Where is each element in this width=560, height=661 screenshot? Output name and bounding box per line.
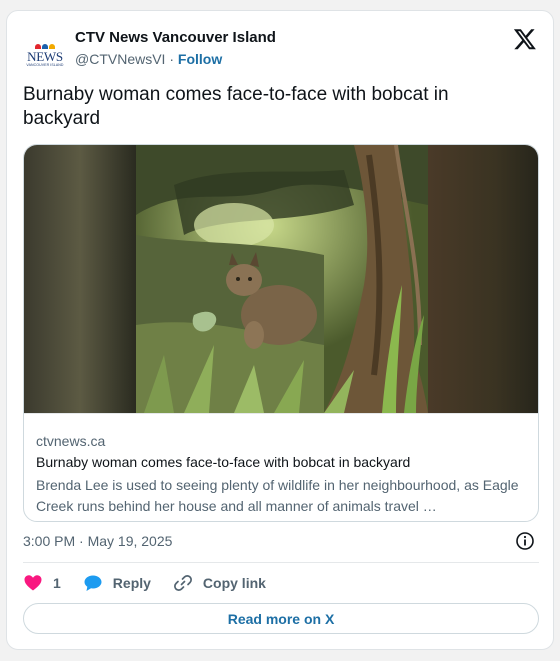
link-description: Brenda Lee is used to seeing plenty of w… [36, 477, 519, 514]
logo-news-text: NEWS [27, 48, 63, 64]
copy-link-label: Copy link [202, 575, 266, 591]
action-bar: 1 Reply Copy link [23, 571, 288, 595]
link-title[interactable]: Burnaby woman comes face-to-face with bo… [36, 452, 528, 472]
logo-sub-text: VANCOUVER ISLAND [26, 62, 64, 67]
link-icon [173, 575, 192, 591]
handle-line: @CTVNewsVI · Follow [75, 48, 276, 70]
account-info: CTV News Vancouver Island @CTVNewsVI · F… [75, 28, 276, 70]
link-domain: ctvnews.ca [36, 433, 106, 449]
heart-icon [24, 575, 42, 591]
link-preview-card[interactable]: ctvnews.ca Burnaby woman comes face-to-f… [23, 144, 539, 522]
like-count: 1 [53, 575, 61, 591]
follow-button[interactable]: Follow [178, 51, 222, 67]
tweet-embed-card: NEWS VANCOUVER ISLAND CTV News Vancouver… [6, 10, 554, 650]
divider [23, 562, 539, 563]
like-button[interactable]: 1 [23, 573, 61, 593]
link-meta: ctvnews.ca Burnaby woman comes face-to-f… [24, 413, 538, 521]
reply-bubble-icon [84, 575, 102, 591]
account-avatar[interactable]: NEWS VANCOUVER ISLAND [25, 35, 65, 75]
tweet-timestamp[interactable]: 3:00 PM · May 19, 2025 [23, 531, 172, 551]
bobcat-photo-image [24, 145, 538, 413]
reply-label: Reply [112, 575, 151, 591]
read-more-button[interactable]: Read more on X [23, 603, 539, 634]
account-handle[interactable]: @CTVNewsVI [75, 51, 165, 67]
reply-button[interactable]: Reply [83, 573, 151, 593]
display-name[interactable]: CTV News Vancouver Island [75, 28, 276, 48]
tweet-text: Burnaby woman comes face-to-face with bo… [23, 84, 449, 129]
info-icon[interactable] [515, 531, 535, 551]
copy-link-button[interactable]: Copy link [173, 573, 266, 593]
separator: · [169, 51, 175, 67]
x-logo-icon[interactable] [513, 27, 537, 51]
